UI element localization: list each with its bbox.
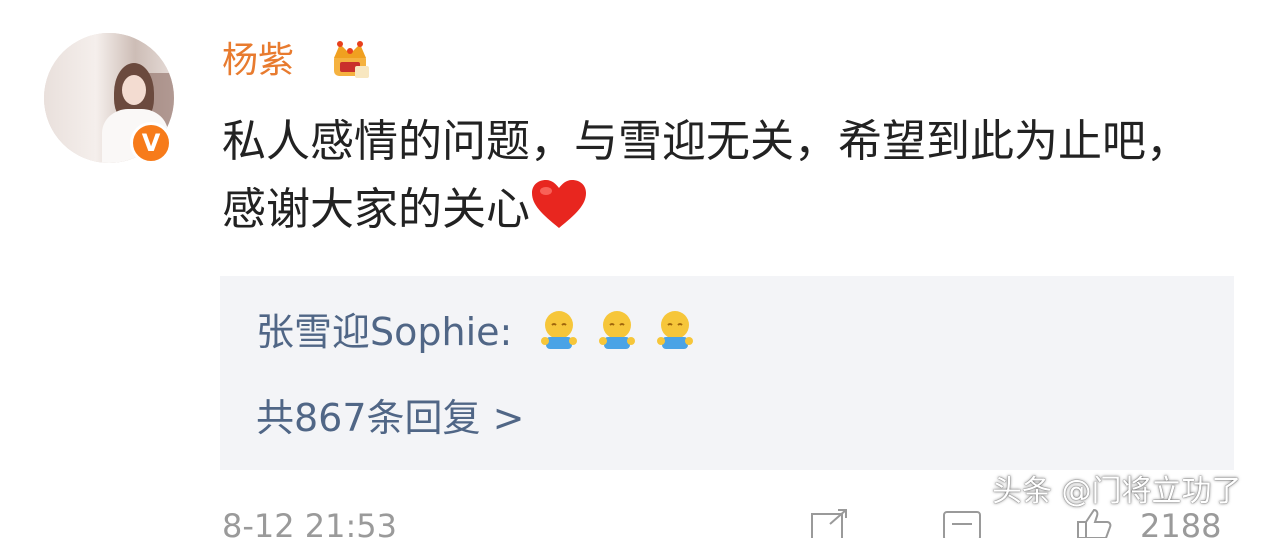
verified-badge-icon: V (130, 122, 172, 164)
crown-icon (334, 41, 369, 78)
post-timestamp: 8-12 21:53 (222, 507, 398, 545)
comment-icon[interactable] (942, 508, 982, 538)
view-replies-link[interactable]: 共867条回复 > (256, 390, 524, 446)
watermark-text: 头条 @门将立功了 (992, 474, 1242, 509)
share-icon[interactable] (810, 508, 850, 538)
reply-preview-box[interactable]: 张雪迎Sophie: 共867条回复 > (220, 276, 1234, 470)
reply-item[interactable]: 张雪迎Sophie: (256, 304, 698, 360)
cry-emoji-icon (541, 311, 578, 349)
avatar-face (122, 75, 146, 105)
reply-text: 张雪迎Sophie: (256, 310, 525, 354)
cry-emoji-icon (657, 311, 694, 349)
heart-icon (532, 180, 586, 228)
post-text: 私人感情的问题，与雪迎无关，希望到此为止吧，感谢大家的关心 (222, 116, 1190, 235)
cry-emoji-icon (599, 311, 636, 349)
username[interactable]: 杨紫 (222, 36, 294, 86)
post-text-block: 私人感情的问题，与雪迎无关，希望到此为止吧，感谢大家的关心 (222, 108, 1232, 244)
